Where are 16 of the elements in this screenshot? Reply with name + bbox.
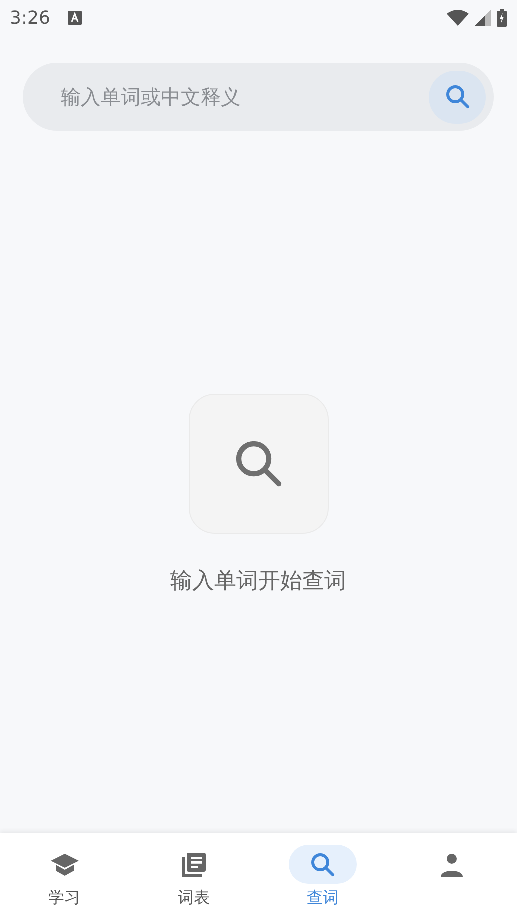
status-time: 3:26 <box>10 8 50 28</box>
nav-tab[interactable]: 词表 <box>129 833 258 920</box>
notification-icon <box>68 11 82 25</box>
battery-icon <box>497 9 507 27</box>
search-button[interactable] <box>429 70 486 124</box>
list-icon <box>180 850 208 878</box>
empty-message: 输入单词开始查词 <box>170 568 346 596</box>
search-icon <box>444 84 470 110</box>
graduation-cap-icon <box>50 852 80 878</box>
search-icon <box>310 852 336 878</box>
wifi-icon <box>447 10 469 26</box>
nav-tab[interactable]: 查词 <box>258 833 388 920</box>
search-bar[interactable]: 输入单词或中文释义 <box>23 63 494 131</box>
signal-icon <box>475 10 491 26</box>
nav-tab[interactable]: 学习 <box>0 833 130 920</box>
search-field[interactable]: 输入单词或中文释义 <box>59 84 429 110</box>
